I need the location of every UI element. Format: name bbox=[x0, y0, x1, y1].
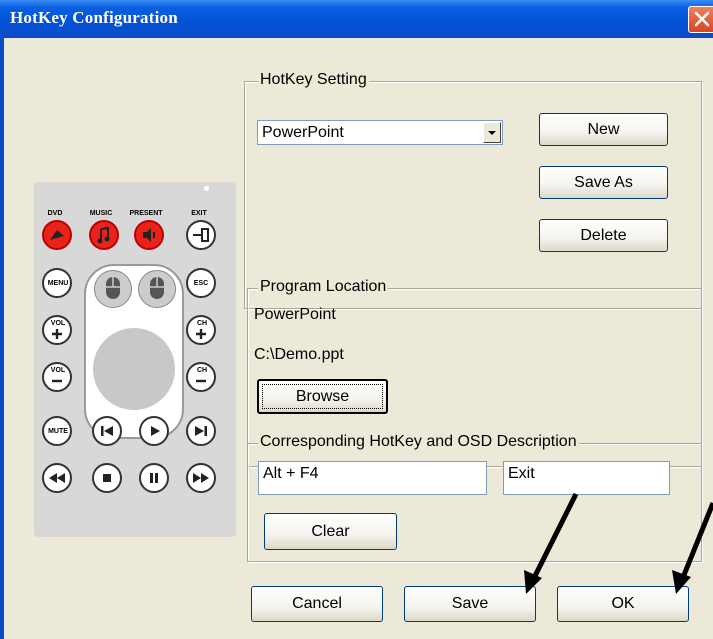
annotation-arrows bbox=[524, 492, 713, 594]
arrow-to-save-icon bbox=[524, 492, 579, 594]
arrow-to-ok-icon bbox=[672, 502, 713, 594]
hotkey-dialog: HotKey Configuration DVD MUSIC PRESENT E… bbox=[0, 0, 713, 639]
